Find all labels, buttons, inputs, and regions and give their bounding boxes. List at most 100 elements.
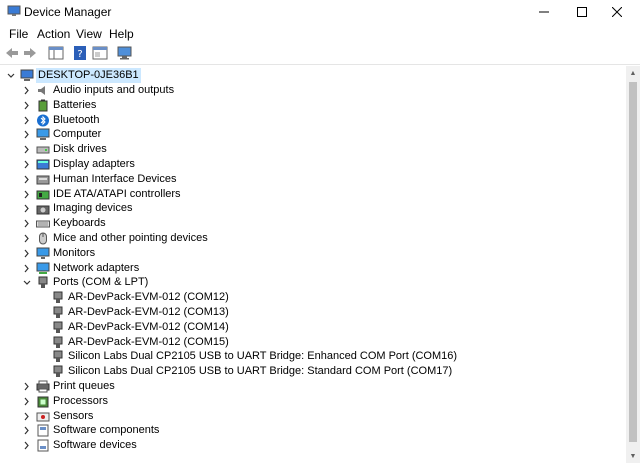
chevron-right-icon[interactable]: [22, 127, 32, 142]
tree-port-label: Silicon Labs Dual CP2105 USB to UART Bri…: [68, 350, 458, 363]
chevron-right-icon[interactable]: [22, 142, 32, 157]
tree-category-label: Software components: [53, 424, 160, 437]
chevron-right-icon[interactable]: [22, 157, 32, 172]
port-icon: [53, 336, 63, 348]
tree-category-label: Software devices: [53, 439, 137, 452]
network-adapter-icon: [36, 262, 50, 274]
chevron-right-icon[interactable]: [22, 113, 32, 128]
tree-category-mice-and-other-pointing-devices[interactable]: Mice and other pointing devices: [0, 231, 400, 246]
tree-root[interactable]: DESKTOP-0JE36B1: [0, 68, 400, 83]
tree-category-audio-inputs-and-outputs[interactable]: Audio inputs and outputs: [0, 83, 400, 98]
chevron-right-icon[interactable]: [22, 172, 32, 187]
chevron-right-icon[interactable]: [22, 216, 32, 231]
chevron-right-icon[interactable]: [22, 423, 32, 438]
software-component-icon: [37, 424, 49, 437]
tree-category-network-adapters[interactable]: Network adapters: [0, 261, 400, 276]
tree-category-software-components[interactable]: Software components: [0, 423, 400, 438]
tree-category-print-queues[interactable]: Print queues: [0, 379, 400, 394]
processor-icon: [37, 396, 49, 408]
chevron-right-icon[interactable]: [22, 201, 32, 216]
port-icon: [53, 321, 63, 333]
properties-icon[interactable]: [92, 45, 108, 61]
tree-port-item[interactable]: Silicon Labs Dual CP2105 USB to UART Bri…: [0, 349, 457, 364]
menu-view[interactable]: View: [76, 27, 102, 41]
chevron-right-icon[interactable]: [22, 379, 32, 394]
display-adapter-icon: [36, 159, 50, 170]
close-button[interactable]: [594, 0, 640, 24]
tree-category-label: Keyboards: [53, 217, 106, 230]
tree-port-item[interactable]: Silicon Labs Dual CP2105 USB to UART Bri…: [0, 364, 452, 379]
chevron-right-icon[interactable]: [22, 438, 32, 453]
tree-category-label: Bluetooth: [53, 113, 100, 126]
tree-category-label: Audio inputs and outputs: [53, 84, 175, 96]
tree-port-item[interactable]: AR-DevPack-EVM-012 (COM14): [0, 320, 420, 335]
tree-category-human-interface-devices[interactable]: Human Interface Devices: [0, 172, 400, 187]
chevron-right-icon[interactable]: [22, 409, 32, 424]
software-device-icon: [37, 439, 49, 452]
tree-category-batteries[interactable]: Batteries: [0, 98, 400, 113]
tree-category-imaging-devices[interactable]: Imaging devices: [0, 201, 400, 216]
tree-category-label: Monitors: [53, 246, 96, 259]
tree-category-processors[interactable]: Processors: [0, 394, 400, 409]
tree-port-label: AR-DevPack-EVM-012 (COM14): [68, 320, 229, 333]
tree-category-label: Display adapters: [53, 158, 135, 170]
tree-category-label: Computer: [53, 128, 102, 141]
port-icon: [53, 306, 63, 318]
tree-port-label: AR-DevPack-EVM-012 (COM15): [68, 335, 229, 348]
tree-port-item[interactable]: AR-DevPack-EVM-012 (COM13): [0, 305, 420, 320]
menu-action[interactable]: Action: [37, 27, 70, 41]
tree-category-label: Sensors: [53, 409, 94, 422]
tree-port-item[interactable]: AR-DevPack-EVM-012 (COM12): [0, 290, 420, 305]
tree-category-disk-drives[interactable]: Disk drives: [0, 142, 400, 157]
computer-icon: [36, 128, 50, 141]
forward-arrow-icon[interactable]: [22, 45, 38, 61]
tree-category-bluetooth[interactable]: Bluetooth: [0, 113, 400, 128]
chevron-right-icon[interactable]: [22, 231, 32, 246]
tree-category-label: Human Interface Devices: [53, 172, 177, 185]
scroll-down-arrow-icon[interactable]: ▼: [626, 449, 640, 463]
menu-file[interactable]: File: [9, 27, 28, 41]
toolbar: ?: [0, 42, 640, 65]
scan-hardware-icon[interactable]: [117, 45, 133, 61]
chevron-down-icon[interactable]: [22, 275, 32, 290]
chevron-right-icon[interactable]: [22, 83, 32, 98]
chevron-right-icon[interactable]: [22, 98, 32, 113]
scrollbar-thumb[interactable]: [629, 82, 637, 442]
port-icon: [53, 365, 63, 378]
ide-controller-icon: [36, 190, 50, 200]
tree-category-sensors[interactable]: Sensors: [0, 409, 400, 424]
tree-category-label: Mice and other pointing devices: [53, 232, 208, 244]
chevron-right-icon[interactable]: [22, 187, 32, 202]
tree-category-ports-com-lpt[interactable]: Ports (COM & LPT): [0, 275, 400, 290]
chevron-right-icon[interactable]: [22, 246, 32, 261]
tree-category-keyboards[interactable]: Keyboards: [0, 216, 400, 231]
back-arrow-icon[interactable]: [4, 45, 20, 61]
tree-category-monitors[interactable]: Monitors: [0, 246, 400, 261]
help-icon[interactable]: ?: [72, 45, 88, 61]
battery-icon: [38, 99, 48, 112]
chevron-right-icon[interactable]: [22, 394, 32, 409]
tree-category-software-devices[interactable]: Software devices: [0, 438, 400, 453]
tree-port-label: AR-DevPack-EVM-012 (COM12): [68, 291, 229, 304]
chevron-right-icon[interactable]: [22, 261, 32, 276]
vertical-scrollbar[interactable]: ▲ ▼: [626, 66, 640, 463]
tree-category-label: Print queues: [53, 380, 115, 392]
chevron-down-icon[interactable]: [6, 68, 16, 83]
mouse-icon: [39, 232, 47, 245]
device-tree[interactable]: DESKTOP-0JE36B1 Audio inputs and outputs…: [0, 66, 626, 463]
menu-help[interactable]: Help: [109, 27, 134, 41]
svg-text:?: ?: [77, 49, 82, 60]
bluetooth-icon: [37, 114, 49, 127]
window-title: Device Manager: [24, 5, 112, 19]
port-icon: [53, 291, 63, 304]
maximize-icon: [577, 7, 587, 17]
tree-port-item[interactable]: AR-DevPack-EVM-012 (COM15): [0, 335, 420, 350]
tree-category-computer[interactable]: Computer: [0, 127, 400, 142]
monitor-icon: [36, 247, 50, 259]
show-hide-console-tree-icon[interactable]: [48, 45, 64, 61]
tree-port-label: AR-DevPack-EVM-012 (COM13): [68, 306, 229, 318]
camera-icon: [36, 205, 50, 215]
tree-category-display-adapters[interactable]: Display adapters: [0, 157, 400, 172]
tree-category-ide-ata-atapi-controllers[interactable]: IDE ATA/ATAPI controllers: [0, 187, 400, 202]
scroll-up-arrow-icon[interactable]: ▲: [626, 66, 640, 80]
